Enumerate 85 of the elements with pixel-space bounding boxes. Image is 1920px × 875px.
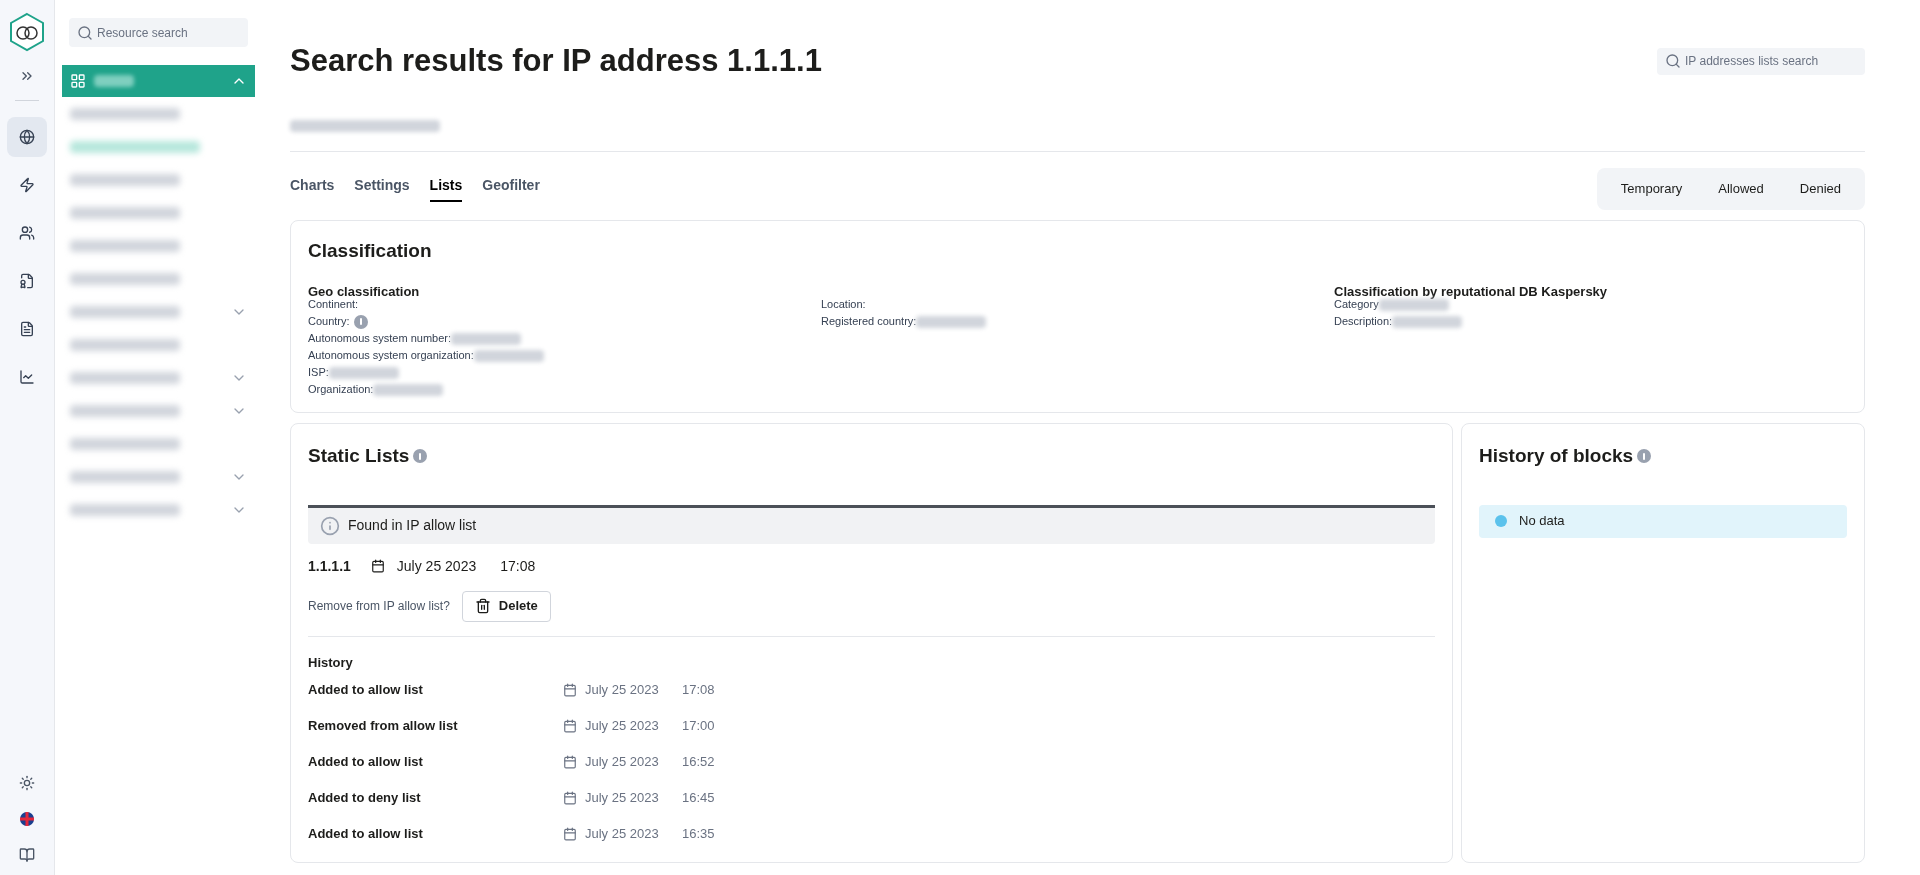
history-title: History [308,653,354,672]
flag-icon[interactable] [19,811,35,827]
trash-icon [474,598,491,614]
field-label: Organization: [308,382,374,398]
history-time: 16:35 [682,825,715,844]
redacted-text [373,383,444,396]
search-icon [1665,53,1681,70]
field-label: Location: [821,297,866,313]
field-label: Country: [308,314,350,330]
history-time: 17:00 [682,717,715,736]
history-date: July 25 2023 [585,789,660,808]
redacted-text [473,349,544,362]
field-label: Continent: [308,297,359,313]
calendar-icon [563,827,577,841]
history-date: July 25 2023 [585,681,660,700]
redacted-text [451,332,522,345]
delete-button[interactable]: Delete [461,590,551,622]
document-icon [19,321,35,337]
redacted-text [916,315,987,328]
card-title: History of blocks [1479,444,1634,468]
empty-message: No data [1519,512,1565,531]
info-icon [353,314,368,329]
logo-icon[interactable] [9,12,45,52]
search-placeholder: Resource search [97,24,188,42]
tab[interactable]: Geofilter [482,175,540,202]
history-date: July 25 2023 [585,717,660,736]
history-action: Added to allow list [308,825,424,844]
info-icon [413,449,428,464]
ip-lists-search-field[interactable]: IP addresses lists search [1657,47,1865,75]
calendar-icon [563,755,577,769]
remove-prompt: Remove from IP allow list? [308,598,450,615]
column-heading: Classification by reputational DB Kaspersky [1334,284,1608,299]
search-placeholder: IP addresses lists search [1685,53,1819,71]
filter-option[interactable]: Temporary [1606,178,1697,199]
tab[interactable]: Charts [290,175,335,202]
ip-address: 1.1.1.1 [308,556,351,576]
calendar-icon [563,791,577,805]
redacted-text [1392,315,1463,328]
card-title: Classification [308,238,433,263]
sun-icon[interactable] [19,775,35,791]
history-time: 17:08 [682,681,715,700]
history-action: Added to deny list [308,789,422,808]
history-time: 16:45 [682,789,715,808]
book-icon[interactable] [19,847,35,863]
users-icon [19,225,35,241]
lightning-icon [19,177,35,193]
field-label: Autonomous system organization: [308,348,474,364]
field-label: Category [1334,297,1379,313]
column-heading: Geo classification [308,284,420,299]
info-icon [1637,449,1652,464]
entry-date: July 25 2023 [396,556,477,576]
history-time: 16:52 [682,753,715,772]
field-label: Autonomous system number: [308,331,452,347]
page-title: Search results for IP address 1.1.1.1 [290,42,822,80]
nav-rail-button[interactable] [7,117,47,157]
line-chart-icon [19,369,35,385]
history-date: July 25 2023 [585,753,660,772]
info-icon [1495,515,1507,527]
redacted-text [1378,298,1449,311]
field-label: ISP: [308,365,329,381]
redacted-text [94,75,134,87]
redacted-text [328,366,399,379]
history-action: Removed from allow list [308,717,459,736]
tab[interactable]: Lists [429,175,463,202]
filter-option[interactable]: Allowed [1704,178,1778,199]
history-action: Added to allow list [308,681,424,700]
history-date: July 25 2023 [585,825,660,844]
calendar-icon [563,719,577,733]
info-icon [320,515,340,536]
field-label: Description: [1334,314,1393,330]
grid-icon [70,73,86,89]
field-label: Registered country: [821,314,917,330]
entry-time: 17:08 [500,556,536,576]
filter-option[interactable]: Denied [1785,178,1855,199]
resource-search-field[interactable]: Resource search [69,18,248,47]
calendar-icon [370,559,385,573]
sidebar-header[interactable] [62,65,255,97]
history-action: Added to allow list [308,753,424,772]
notice-text: Found in IP allow list [348,516,477,535]
tab[interactable]: Settings [354,175,410,202]
globe-icon [19,129,35,145]
calendar-icon [563,683,577,697]
badge-document-icon [19,273,35,289]
card-title: Static Lists [308,444,410,468]
search-icon [77,24,93,41]
